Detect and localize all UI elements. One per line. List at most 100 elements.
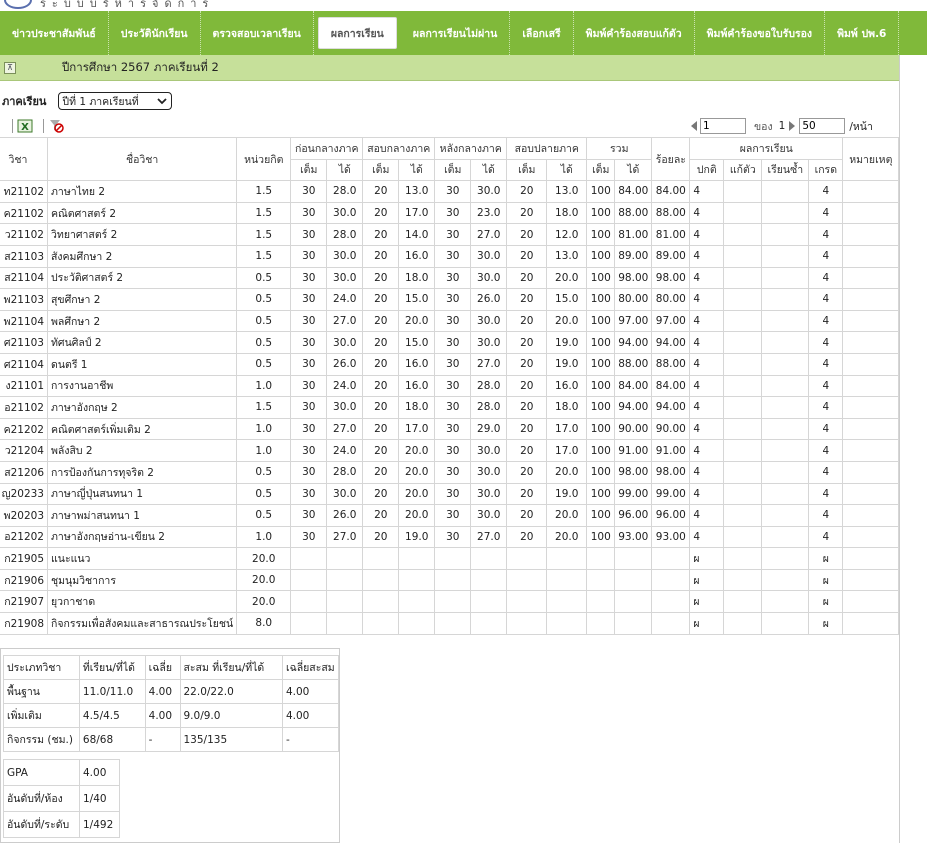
- score-cell: 15.0: [546, 288, 588, 311]
- score-cell: 20: [506, 374, 548, 398]
- repeat-cell: [761, 331, 810, 354]
- prev-page-icon[interactable]: [690, 121, 698, 131]
- score-cell: 26.0: [470, 288, 508, 311]
- score-cell: 20.0: [546, 309, 588, 333]
- nav-tab[interactable]: ตรวจสอบเวลาเรียน: [201, 11, 314, 55]
- grades-table: วิชา ชื่อวิชา หน่วยกิต ก่อนกลางภาค สอบกล…: [0, 136, 900, 635]
- grade-cell: 4: [808, 244, 844, 268]
- retest-cell: [723, 288, 763, 311]
- score-cell: 30.0: [470, 244, 508, 268]
- collapse-icon[interactable]: ⊼: [4, 61, 16, 74]
- score-cell: [546, 547, 588, 570]
- col-remark: หมายเหตุ: [842, 136, 900, 182]
- credit-cell: 0.5: [236, 504, 292, 527]
- repeat-cell: [761, 612, 810, 635]
- score-cell: [398, 568, 436, 592]
- table-row: ว21102 วิทยาศาสตร์ 2 1.5 30 28.0 20 14.0 30 27.0…: [0, 223, 900, 246]
- pager: ของ 1 /หน้า: [690, 116, 873, 136]
- score-cell: 29.0: [470, 417, 508, 441]
- grade-cell: ผ: [808, 590, 844, 614]
- score-cell: 15.0: [398, 288, 436, 311]
- nav-tab[interactable]: พิมพ์คำร้องขอใบรับรอง: [695, 11, 826, 55]
- nav-tab[interactable]: ผลการเรียนไม่ผ่าน: [401, 11, 511, 55]
- score-cell: 20: [362, 244, 400, 268]
- subject-code: ส21104: [0, 266, 48, 290]
- summary-table: ประเภทวิชา ที่เรียน/ที่ได้ เฉลี่ย สะสม ที่เ…: [3, 655, 340, 752]
- grade-cell: 4: [808, 223, 844, 246]
- normal-grade-cell: 4: [689, 439, 725, 462]
- score-cell: 30: [290, 180, 328, 203]
- score-cell: 20: [362, 309, 400, 333]
- score-cell: 17.0: [398, 201, 436, 225]
- clear-filter-icon[interactable]: [48, 119, 64, 133]
- score-cell: 30: [434, 331, 472, 354]
- grade-cell: 4: [808, 201, 844, 225]
- summary-header: สะสม ที่เรียน/ที่ได้: [179, 655, 283, 680]
- score-cell: [398, 590, 436, 614]
- score-cell: 20: [362, 352, 400, 376]
- percent-cell: 88.00: [651, 201, 691, 225]
- subject-name: วิทยาศาสตร์ 2: [46, 223, 238, 246]
- score-cell: 30: [290, 201, 328, 225]
- normal-grade-cell: 4: [689, 396, 725, 419]
- grade-cell: 4: [808, 417, 844, 441]
- score-cell: 100: [586, 331, 616, 354]
- summary-header: เฉลี่ยสะสม: [281, 655, 340, 680]
- score-cell: 30: [434, 201, 472, 225]
- score-cell: 17.0: [546, 417, 588, 441]
- subject-name: ภาษาอังกฤษอ่าน-เขียน 2: [46, 525, 238, 549]
- remark-cell: [842, 547, 900, 570]
- score-cell: 100: [586, 417, 616, 441]
- score-cell: 30: [290, 223, 328, 246]
- subject-name: แนะแนว: [46, 547, 238, 570]
- credit-cell: 1.0: [236, 525, 292, 549]
- table-row: ศ21104 ดนตรี 1 0.5 30 26.0 20 16.0 30 27.0 20 19.0…: [0, 352, 900, 376]
- nav-tab[interactable]: ข่าวประชาสัมพันธ์: [0, 11, 109, 55]
- normal-grade-cell: 4: [689, 266, 725, 290]
- score-cell: 20: [362, 396, 400, 419]
- score-cell: 14.0: [398, 223, 436, 246]
- grade-cell: 4: [808, 266, 844, 290]
- credit-cell: 20.0: [236, 568, 292, 592]
- excel-export-icon[interactable]: X: [17, 119, 33, 133]
- next-page-icon[interactable]: [788, 121, 796, 131]
- normal-grade-cell: 4: [689, 309, 725, 333]
- nav-tab[interactable]: ประวัตินักเรียน: [109, 11, 201, 55]
- nav-tab[interactable]: พิมพ์คำร้องสอบแก้ตัว: [574, 11, 695, 55]
- semester-select[interactable]: ปีที่ 1 ภาคเรียนที่: [58, 92, 173, 110]
- credit-cell: 1.5: [236, 223, 292, 246]
- panel-border: [899, 55, 900, 843]
- repeat-cell: [761, 590, 810, 614]
- retest-cell: [723, 417, 763, 441]
- percent-cell: 80.00: [651, 288, 691, 311]
- score-cell: 20: [506, 525, 548, 549]
- repeat-cell: [761, 460, 810, 484]
- subject-name: ภาษาไทย 2: [46, 180, 238, 203]
- subcol-repeat: เรียนซ้ำ: [761, 158, 810, 182]
- score-cell: 20: [506, 244, 548, 268]
- nav-tab[interactable]: พิมพ์ ปพ.6: [825, 11, 900, 55]
- credit-cell: 0.5: [236, 288, 292, 311]
- grade-cell: 4: [808, 482, 844, 506]
- page-input[interactable]: [700, 118, 746, 134]
- subcol-full: เต็ม: [586, 158, 616, 182]
- score-cell: 18.0: [398, 266, 436, 290]
- percent-cell: 89.00: [651, 244, 691, 268]
- score-cell: 28.0: [326, 180, 364, 203]
- nav-tab[interactable]: เลือกเสรี: [510, 11, 574, 55]
- score-cell: 88.00: [614, 352, 653, 376]
- gpa-label: อันดับที่/ห้อง: [3, 785, 80, 812]
- table-row: ก21907 ยุวกาชาด 20.0 ผ ผ: [0, 590, 900, 614]
- normal-grade-cell: 4: [689, 352, 725, 376]
- table-row: ศ21103 ทัศนศิลป์ 2 0.5 30 30.0 20 15.0 30 30.0 20…: [0, 331, 900, 354]
- credit-cell: 1.0: [236, 374, 292, 398]
- nav-tab[interactable]: ผลการเรียน: [317, 17, 397, 49]
- score-cell: 80.00: [614, 288, 653, 311]
- page-size-input[interactable]: [799, 118, 846, 134]
- score-cell: 20: [506, 201, 548, 225]
- score-cell: 19.0: [546, 482, 588, 506]
- credit-cell: 1.0: [236, 439, 292, 462]
- score-cell: 20: [362, 460, 400, 484]
- score-cell: 30: [434, 396, 472, 419]
- score-cell: [586, 547, 616, 570]
